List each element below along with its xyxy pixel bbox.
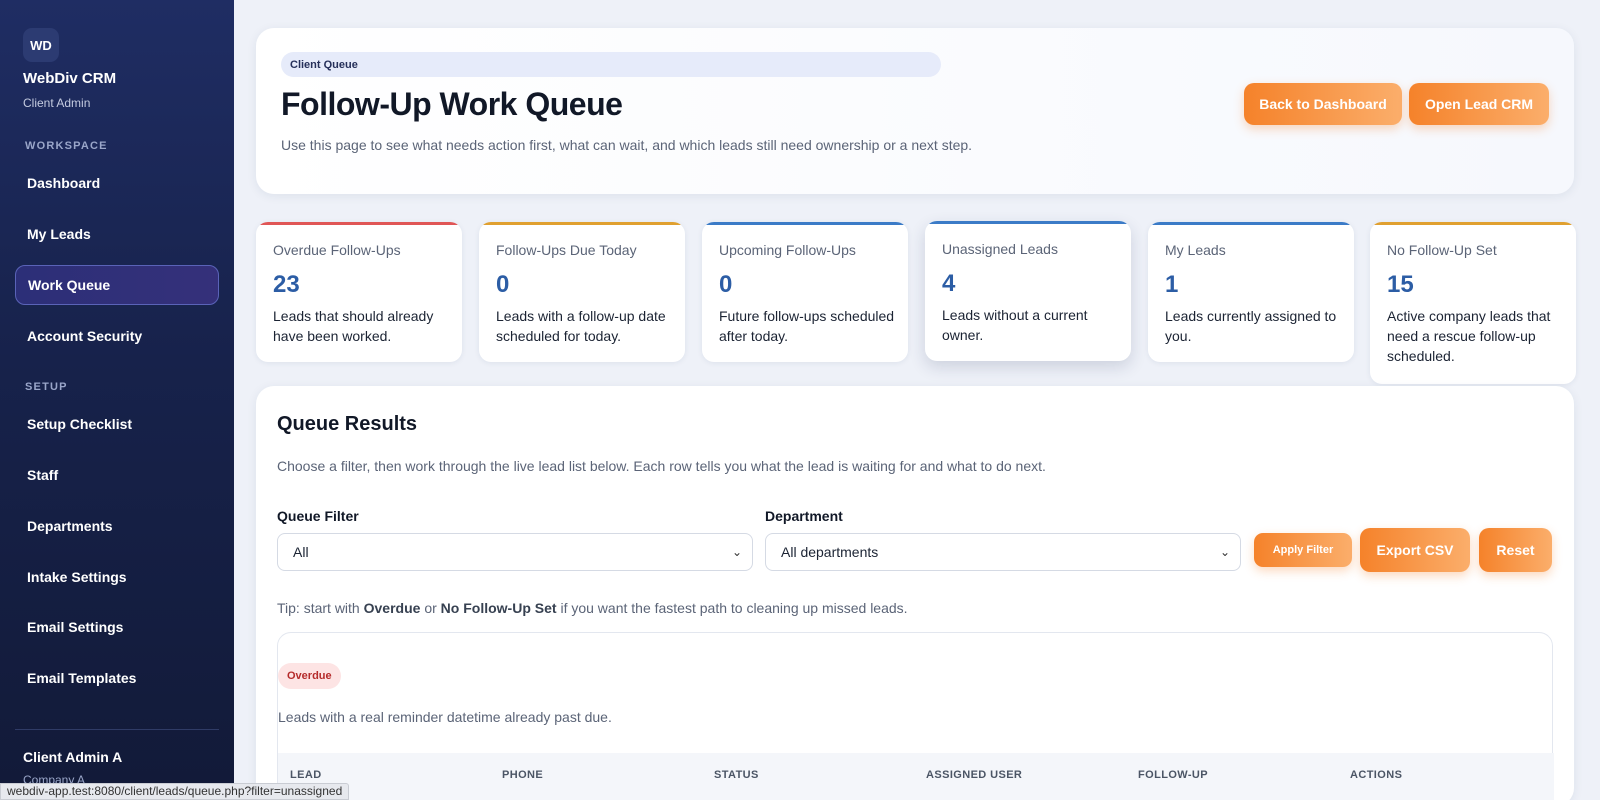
- tip-no-follow-up: No Follow-Up Set: [440, 600, 557, 616]
- page-header: Client Queue Follow-Up Work Queue Use th…: [256, 28, 1574, 194]
- back-to-dashboard-button[interactable]: Back to Dashboard: [1244, 83, 1402, 125]
- queue-filter-value: All: [293, 544, 309, 560]
- stat-accent: [1370, 222, 1576, 225]
- stat-value: 0: [719, 271, 733, 298]
- tip-or: or: [420, 600, 441, 616]
- user-name[interactable]: Client Admin A: [23, 749, 122, 765]
- hero-pill: Client Queue: [281, 52, 941, 77]
- stat-label: Follow-Ups Due Today: [496, 242, 637, 258]
- results-title: Queue Results: [277, 413, 418, 435]
- sidebar-item-dashboard[interactable]: Dashboard: [15, 163, 219, 203]
- column-header-status: STATUS: [714, 769, 759, 781]
- page-title: Follow-Up Work Queue: [281, 86, 623, 122]
- stat-card-overdue[interactable]: Overdue Follow-Ups 23 Leads that should …: [256, 222, 462, 362]
- stat-description: Leads without a current owner.: [942, 307, 1088, 343]
- stat-label: Upcoming Follow-Ups: [719, 242, 856, 258]
- stat-card-due-today[interactable]: Follow-Ups Due Today 0 Leads with a foll…: [479, 222, 685, 362]
- stat-description: Leads currently assigned to you.: [1165, 308, 1337, 344]
- tip-suffix: if you want the fastest path to cleaning…: [556, 600, 908, 616]
- page-description: Use this page to see what needs action f…: [281, 137, 973, 153]
- column-header-phone: PHONE: [502, 769, 544, 781]
- chevron-down-icon: ⌄: [731, 545, 742, 559]
- column-header-lead: LEAD: [290, 769, 322, 781]
- stat-value: 23: [273, 271, 300, 298]
- sidebar-item-staff[interactable]: Staff: [15, 455, 219, 495]
- sidebar-item-account-security[interactable]: Account Security: [15, 316, 219, 356]
- stat-label: No Follow-Up Set: [1387, 242, 1497, 258]
- status-badge: Overdue: [278, 663, 341, 689]
- stat-card-unassigned[interactable]: Unassigned Leads 4 Leads without a curre…: [925, 221, 1131, 361]
- stat-description: Active company leads that need a rescue …: [1387, 308, 1551, 364]
- status-bar-url: webdiv-app.test:8080/client/leads/queue.…: [0, 783, 350, 800]
- filter-tip: Tip: start with Overdue or No Follow-Up …: [277, 600, 908, 616]
- section-workspace: WORKSPACE: [25, 140, 108, 152]
- apply-filter-button[interactable]: Apply Filter: [1254, 533, 1352, 567]
- export-csv-button[interactable]: Export CSV: [1360, 528, 1470, 572]
- stat-accent: [256, 222, 462, 225]
- sidebar-item-email-templates[interactable]: Email Templates: [15, 658, 219, 698]
- sidebar: WD WebDiv CRM Client Admin WORKSPACE Das…: [0, 0, 234, 800]
- tip-prefix: Tip: start with: [277, 600, 364, 616]
- stat-description: Leads with a follow-up date scheduled fo…: [496, 308, 666, 344]
- open-lead-crm-button[interactable]: Open Lead CRM: [1409, 83, 1549, 125]
- stat-value: 15: [1387, 271, 1414, 298]
- section-setup: SETUP: [25, 381, 68, 393]
- queue-filter-select[interactable]: All ⌄: [277, 533, 753, 571]
- column-header-actions: ACTIONS: [1350, 769, 1403, 781]
- reset-button[interactable]: Reset: [1479, 528, 1552, 572]
- stat-card-no-follow-up[interactable]: No Follow-Up Set 15 Active company leads…: [1370, 222, 1576, 384]
- group-description: Leads with a real reminder datetime alre…: [278, 709, 612, 725]
- stat-label: My Leads: [1165, 242, 1226, 258]
- brand-logo: WD: [23, 28, 59, 62]
- sidebar-item-departments[interactable]: Departments: [15, 506, 219, 546]
- tip-overdue: Overdue: [363, 600, 421, 616]
- stat-value: 1: [1165, 271, 1179, 298]
- queue-filter-label: Queue Filter: [277, 508, 359, 524]
- brand-role: Client Admin: [23, 96, 91, 110]
- column-header-assigned-user: ASSIGNED USER: [926, 769, 1023, 781]
- stat-label: Overdue Follow-Ups: [273, 242, 401, 258]
- column-header-follow-up: FOLLOW-UP: [1138, 769, 1208, 781]
- sidebar-item-email-settings[interactable]: Email Settings: [15, 607, 219, 647]
- results-description: Choose a filter, then work through the l…: [277, 458, 1046, 474]
- sidebar-item-my-leads[interactable]: My Leads: [15, 214, 219, 254]
- sidebar-item-intake-settings[interactable]: Intake Settings: [15, 557, 219, 597]
- table-header: LEAD PHONE STATUS ASSIGNED USER FOLLOW-U…: [278, 753, 1554, 800]
- stat-value: 0: [496, 271, 510, 298]
- stat-value: 4: [942, 270, 956, 297]
- stat-description: Future follow-ups scheduled after today.: [719, 308, 895, 344]
- stat-description: Leads that should already have been work…: [273, 308, 434, 344]
- sidebar-item-setup-checklist[interactable]: Setup Checklist: [15, 404, 219, 444]
- overdue-group: Overdue Leads with a real reminder datet…: [277, 632, 1554, 800]
- stat-accent: [925, 221, 1131, 224]
- stat-card-upcoming[interactable]: Upcoming Follow-Ups 0 Future follow-ups …: [702, 222, 908, 362]
- stat-card-my-leads[interactable]: My Leads 1 Leads currently assigned to y…: [1148, 222, 1354, 362]
- department-label: Department: [765, 508, 843, 524]
- chevron-down-icon: ⌄: [1219, 545, 1230, 559]
- brand-name: WebDiv CRM: [23, 70, 117, 87]
- queue-results-panel: Queue Results Choose a filter, then work…: [256, 386, 1574, 800]
- department-value: All departments: [781, 544, 879, 560]
- department-select[interactable]: All departments ⌄: [765, 533, 1241, 571]
- sidebar-divider: [15, 729, 219, 730]
- stat-accent: [479, 222, 685, 225]
- sidebar-item-work-queue[interactable]: Work Queue: [15, 265, 219, 305]
- stat-accent: [1148, 222, 1354, 225]
- stat-accent: [702, 222, 908, 225]
- stat-label: Unassigned Leads: [942, 241, 1058, 257]
